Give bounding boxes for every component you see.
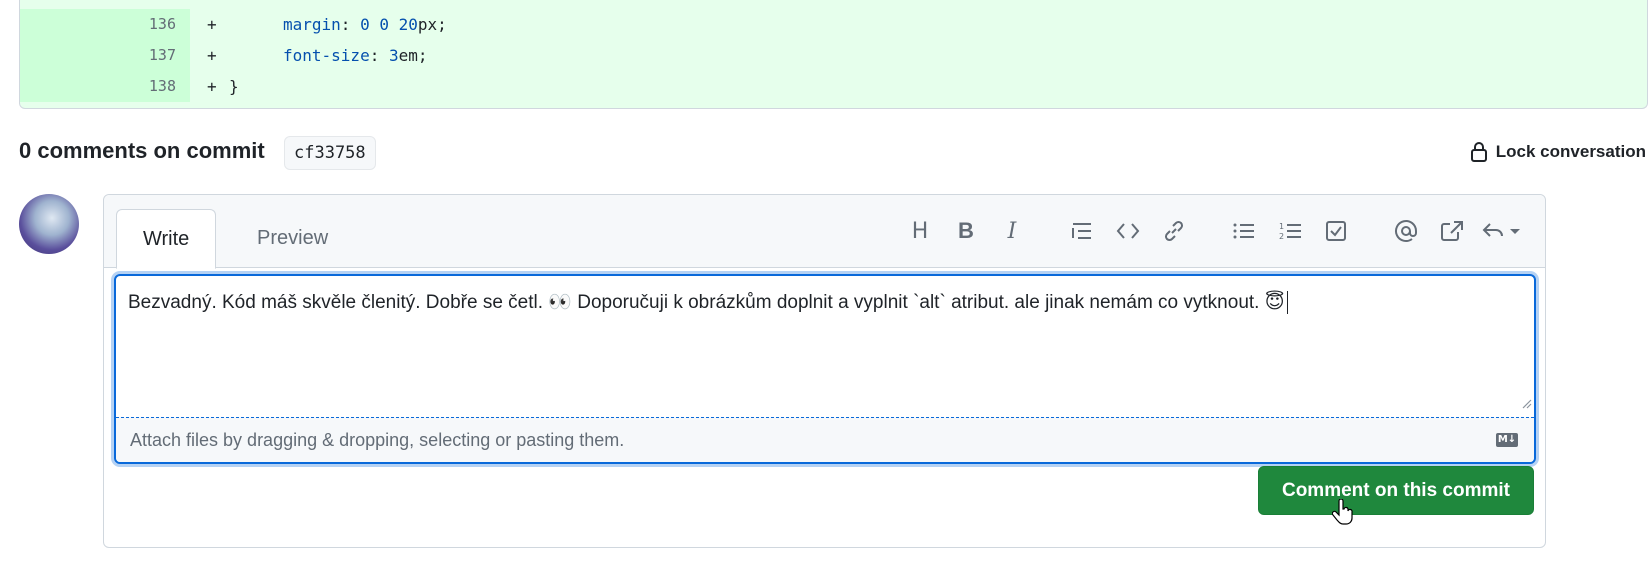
bulleted-list-icon[interactable] (1224, 211, 1264, 251)
italic-icon[interactable]: I (992, 211, 1032, 251)
task-list-icon[interactable] (1316, 211, 1356, 251)
svg-text:2: 2 (1279, 232, 1284, 241)
heading-icon[interactable]: H (900, 211, 940, 251)
saved-reply-icon[interactable] (1478, 211, 1526, 251)
diff-line: 137 + font-size: 3em; (20, 40, 1647, 71)
line-number[interactable]: 137 (20, 40, 190, 71)
tab-write[interactable]: Write (116, 209, 217, 269)
code-line: + margin: 0 0 20px; (207, 15, 447, 34)
link-icon[interactable] (1154, 211, 1194, 251)
diff-line: 138 +} (20, 71, 1647, 102)
comment-submit-button[interactable]: Comment on this commit (1257, 466, 1534, 515)
svg-text:1: 1 (1279, 222, 1284, 231)
attach-files-hint: Attach files by dragging & dropping, sel… (130, 430, 625, 450)
diff-block: 136 + margin: 0 0 20px; 137 + font-size: 3… (19, 0, 1648, 109)
quote-icon[interactable] (1062, 211, 1102, 251)
lock-icon (1470, 141, 1488, 163)
numbered-list-icon[interactable]: 12 (1270, 211, 1310, 251)
mention-icon[interactable] (1386, 211, 1426, 251)
code-line: +} (207, 77, 239, 96)
commit-sha: cf33758 (284, 136, 376, 170)
hand-cursor-icon (1331, 498, 1354, 530)
tab-preview[interactable]: Preview (231, 209, 354, 268)
comment-form: Write Preview H B I 12 Bezvadný. Kód máš… (103, 194, 1546, 548)
line-number[interactable]: 138 (20, 71, 190, 102)
comment-textarea[interactable]: Bezvadný. Kód máš skvěle členitý. Dobře … (128, 290, 1288, 315)
markdown-toolbar: H B I 12 (897, 211, 1529, 251)
code-icon[interactable] (1108, 211, 1148, 251)
bold-icon[interactable]: B (946, 211, 986, 251)
line-number[interactable]: 136 (20, 9, 190, 40)
comments-title: 0 comments on commit (19, 138, 265, 163)
markdown-icon[interactable]: M↓ (1496, 433, 1518, 447)
resize-handle-icon[interactable] (1520, 396, 1532, 414)
lock-conversation-button[interactable]: Lock conversation (1470, 141, 1646, 163)
text-caret (1286, 291, 1288, 315)
code-line: + font-size: 3em; (207, 46, 428, 65)
comment-editor[interactable]: Bezvadný. Kód máš skvěle členitý. Dobře … (114, 274, 1536, 464)
diff-line: 136 + margin: 0 0 20px; (20, 9, 1647, 40)
lock-conversation-label: Lock conversation (1495, 142, 1646, 161)
avatar[interactable] (19, 194, 79, 254)
attach-files-area[interactable]: Attach files by dragging & dropping, sel… (116, 417, 1534, 462)
cross-reference-icon[interactable] (1432, 211, 1472, 251)
